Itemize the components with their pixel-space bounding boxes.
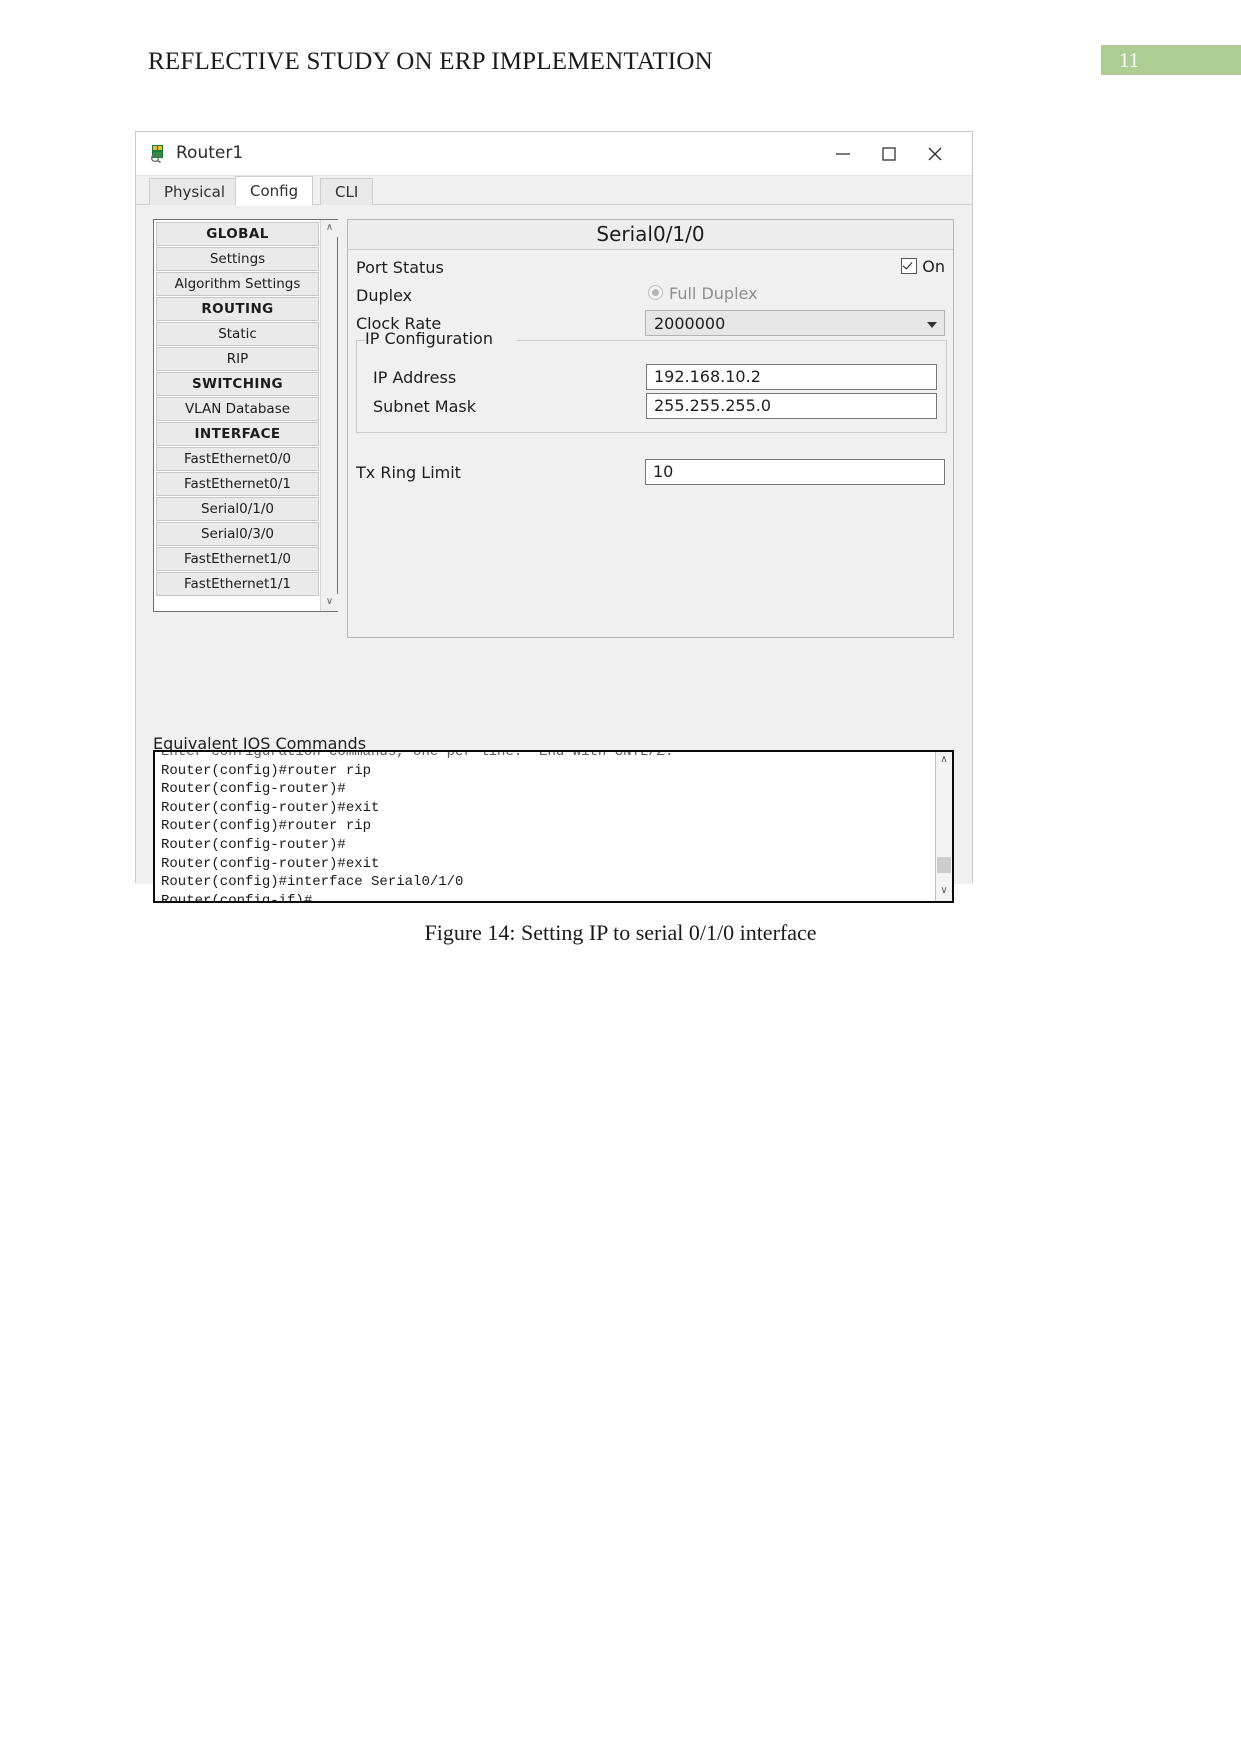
sidebar-item-vlan-database[interactable]: VLAN Database [156, 397, 319, 421]
console-line: Router(config-if)# [161, 892, 313, 903]
interface-panel-title: Serial0/1/0 [348, 220, 953, 250]
sidebar-item-serial0-1-0[interactable]: Serial0/1/0 [156, 497, 319, 521]
document-header-title: REFLECTIVE STUDY ON ERP IMPLEMENTATION [148, 48, 713, 75]
ip-configuration-legend: IP Configuration [365, 329, 501, 348]
sidebar-scrollbar[interactable]: ∧ ∨ [320, 220, 338, 611]
sidebar-item-serial0-3-0[interactable]: Serial0/3/0 [156, 522, 319, 546]
minimize-button[interactable] [820, 132, 866, 176]
full-duplex-radio[interactable]: Full Duplex [648, 284, 758, 303]
scroll-down-icon[interactable]: ∨ [321, 594, 338, 611]
sidebar-item-fastethernet1-0[interactable]: FastEthernet1/0 [156, 547, 319, 571]
router-device-icon [149, 143, 169, 164]
console-line: Router(config)#router rip [161, 818, 372, 835]
subnet-mask-input[interactable]: 255.255.255.0 [646, 393, 937, 419]
group-border-right [517, 340, 946, 341]
sidebar-header-global: GLOBAL [156, 222, 319, 246]
sidebar-item-rip[interactable]: RIP [156, 347, 319, 371]
ip-address-input[interactable]: 192.168.10.2 [646, 364, 937, 390]
sidebar-header-interface: INTERFACE [156, 422, 319, 446]
console-line: Router(config)#router rip [161, 762, 372, 779]
config-sidebar: GLOBAL Settings Algorithm Settings ROUTI… [153, 219, 338, 612]
group-border-left [357, 340, 365, 341]
sidebar-item-fastethernet0-0[interactable]: FastEthernet0/0 [156, 447, 319, 471]
ip-configuration-group: IP Configuration IP Address 192.168.10.2… [356, 329, 947, 433]
sidebar-header-routing: ROUTING [156, 297, 319, 321]
tx-ring-limit-label: Tx Ring Limit [356, 463, 461, 482]
console-line: Router(config-router)#exit [161, 855, 380, 872]
sidebar-item-fastethernet0-1[interactable]: FastEthernet0/1 [156, 472, 319, 496]
tx-ring-limit-input[interactable]: 10 [645, 459, 945, 485]
sidebar-item-algorithm-settings[interactable]: Algorithm Settings [156, 272, 319, 296]
maximize-button[interactable] [866, 132, 912, 176]
full-duplex-radio-label: Full Duplex [669, 284, 758, 303]
port-status-checkbox[interactable]: On [901, 257, 945, 277]
console-line: Router(config-router)#exit [161, 799, 380, 816]
scroll-up-icon[interactable]: ∧ [321, 220, 338, 237]
clock-rate-value: 2000000 [654, 314, 726, 333]
console-scroll-up-icon[interactable]: ∧ [936, 753, 952, 769]
console-line: Router(config-router)# [161, 836, 346, 853]
port-status-label: Port Status [356, 258, 444, 277]
maximize-icon [882, 147, 896, 161]
sidebar-item-static[interactable]: Static [156, 322, 319, 346]
figure-caption: Figure 14: Setting IP to serial 0/1/0 in… [424, 920, 817, 945]
ip-address-label: IP Address [373, 368, 457, 387]
close-button[interactable] [912, 132, 958, 176]
port-status-checkbox-label: On [922, 257, 945, 276]
sidebar-item-settings[interactable]: Settings [156, 247, 319, 271]
ios-console-output[interactable]: Enter configuration commands, one per li… [153, 750, 954, 903]
console-scroll-thumb[interactable] [937, 857, 951, 873]
interface-settings-panel: Serial0/1/0 Port Status On Duplex Full D… [347, 219, 954, 638]
console-scroll-down-icon[interactable]: ∨ [936, 884, 952, 900]
config-panel-body: GLOBAL Settings Algorithm Settings ROUTI… [136, 205, 972, 903]
console-line: Router(config-router)# [161, 781, 346, 798]
config-sidebar-list: GLOBAL Settings Algorithm Settings ROUTI… [156, 222, 319, 597]
window-title: Router1 [176, 143, 244, 163]
sidebar-header-switching: SWITCHING [156, 372, 319, 396]
tab-cli[interactable]: CLI [320, 178, 374, 206]
page-number-badge: 11 [1101, 45, 1241, 75]
radio-selected-icon[interactable] [648, 285, 663, 300]
router-config-window: Router1 Physical Config CLI GLOBAL Setti… [135, 131, 973, 903]
window-titlebar: Router1 [136, 132, 972, 176]
tab-physical[interactable]: Physical [149, 178, 241, 206]
tab-strip: Physical Config CLI [136, 176, 972, 206]
console-line: Enter configuration commands, one per li… [161, 750, 674, 760]
checkbox-checked-icon[interactable] [901, 258, 918, 274]
duplex-label: Duplex [356, 286, 413, 305]
page-number-text: 11 [1119, 48, 1140, 72]
sidebar-item-fastethernet1-1[interactable]: FastEthernet1/1 [156, 572, 319, 596]
minimize-icon [836, 153, 850, 155]
console-scrollbar[interactable]: ∧ ∨ [935, 752, 952, 901]
tab-config[interactable]: Config [235, 176, 314, 206]
ios-console-lines: Enter configuration commands, one per li… [161, 750, 921, 903]
clock-rate-dropdown[interactable]: 2000000 [645, 310, 945, 336]
chevron-down-icon[interactable] [927, 322, 937, 328]
console-line: Router(config)#interface Serial0/1/0 [161, 874, 464, 891]
subnet-mask-label: Subnet Mask [373, 397, 477, 416]
close-icon [928, 147, 942, 161]
document-header: REFLECTIVE STUDY ON ERP IMPLEMENTATION 1… [0, 45, 1241, 88]
